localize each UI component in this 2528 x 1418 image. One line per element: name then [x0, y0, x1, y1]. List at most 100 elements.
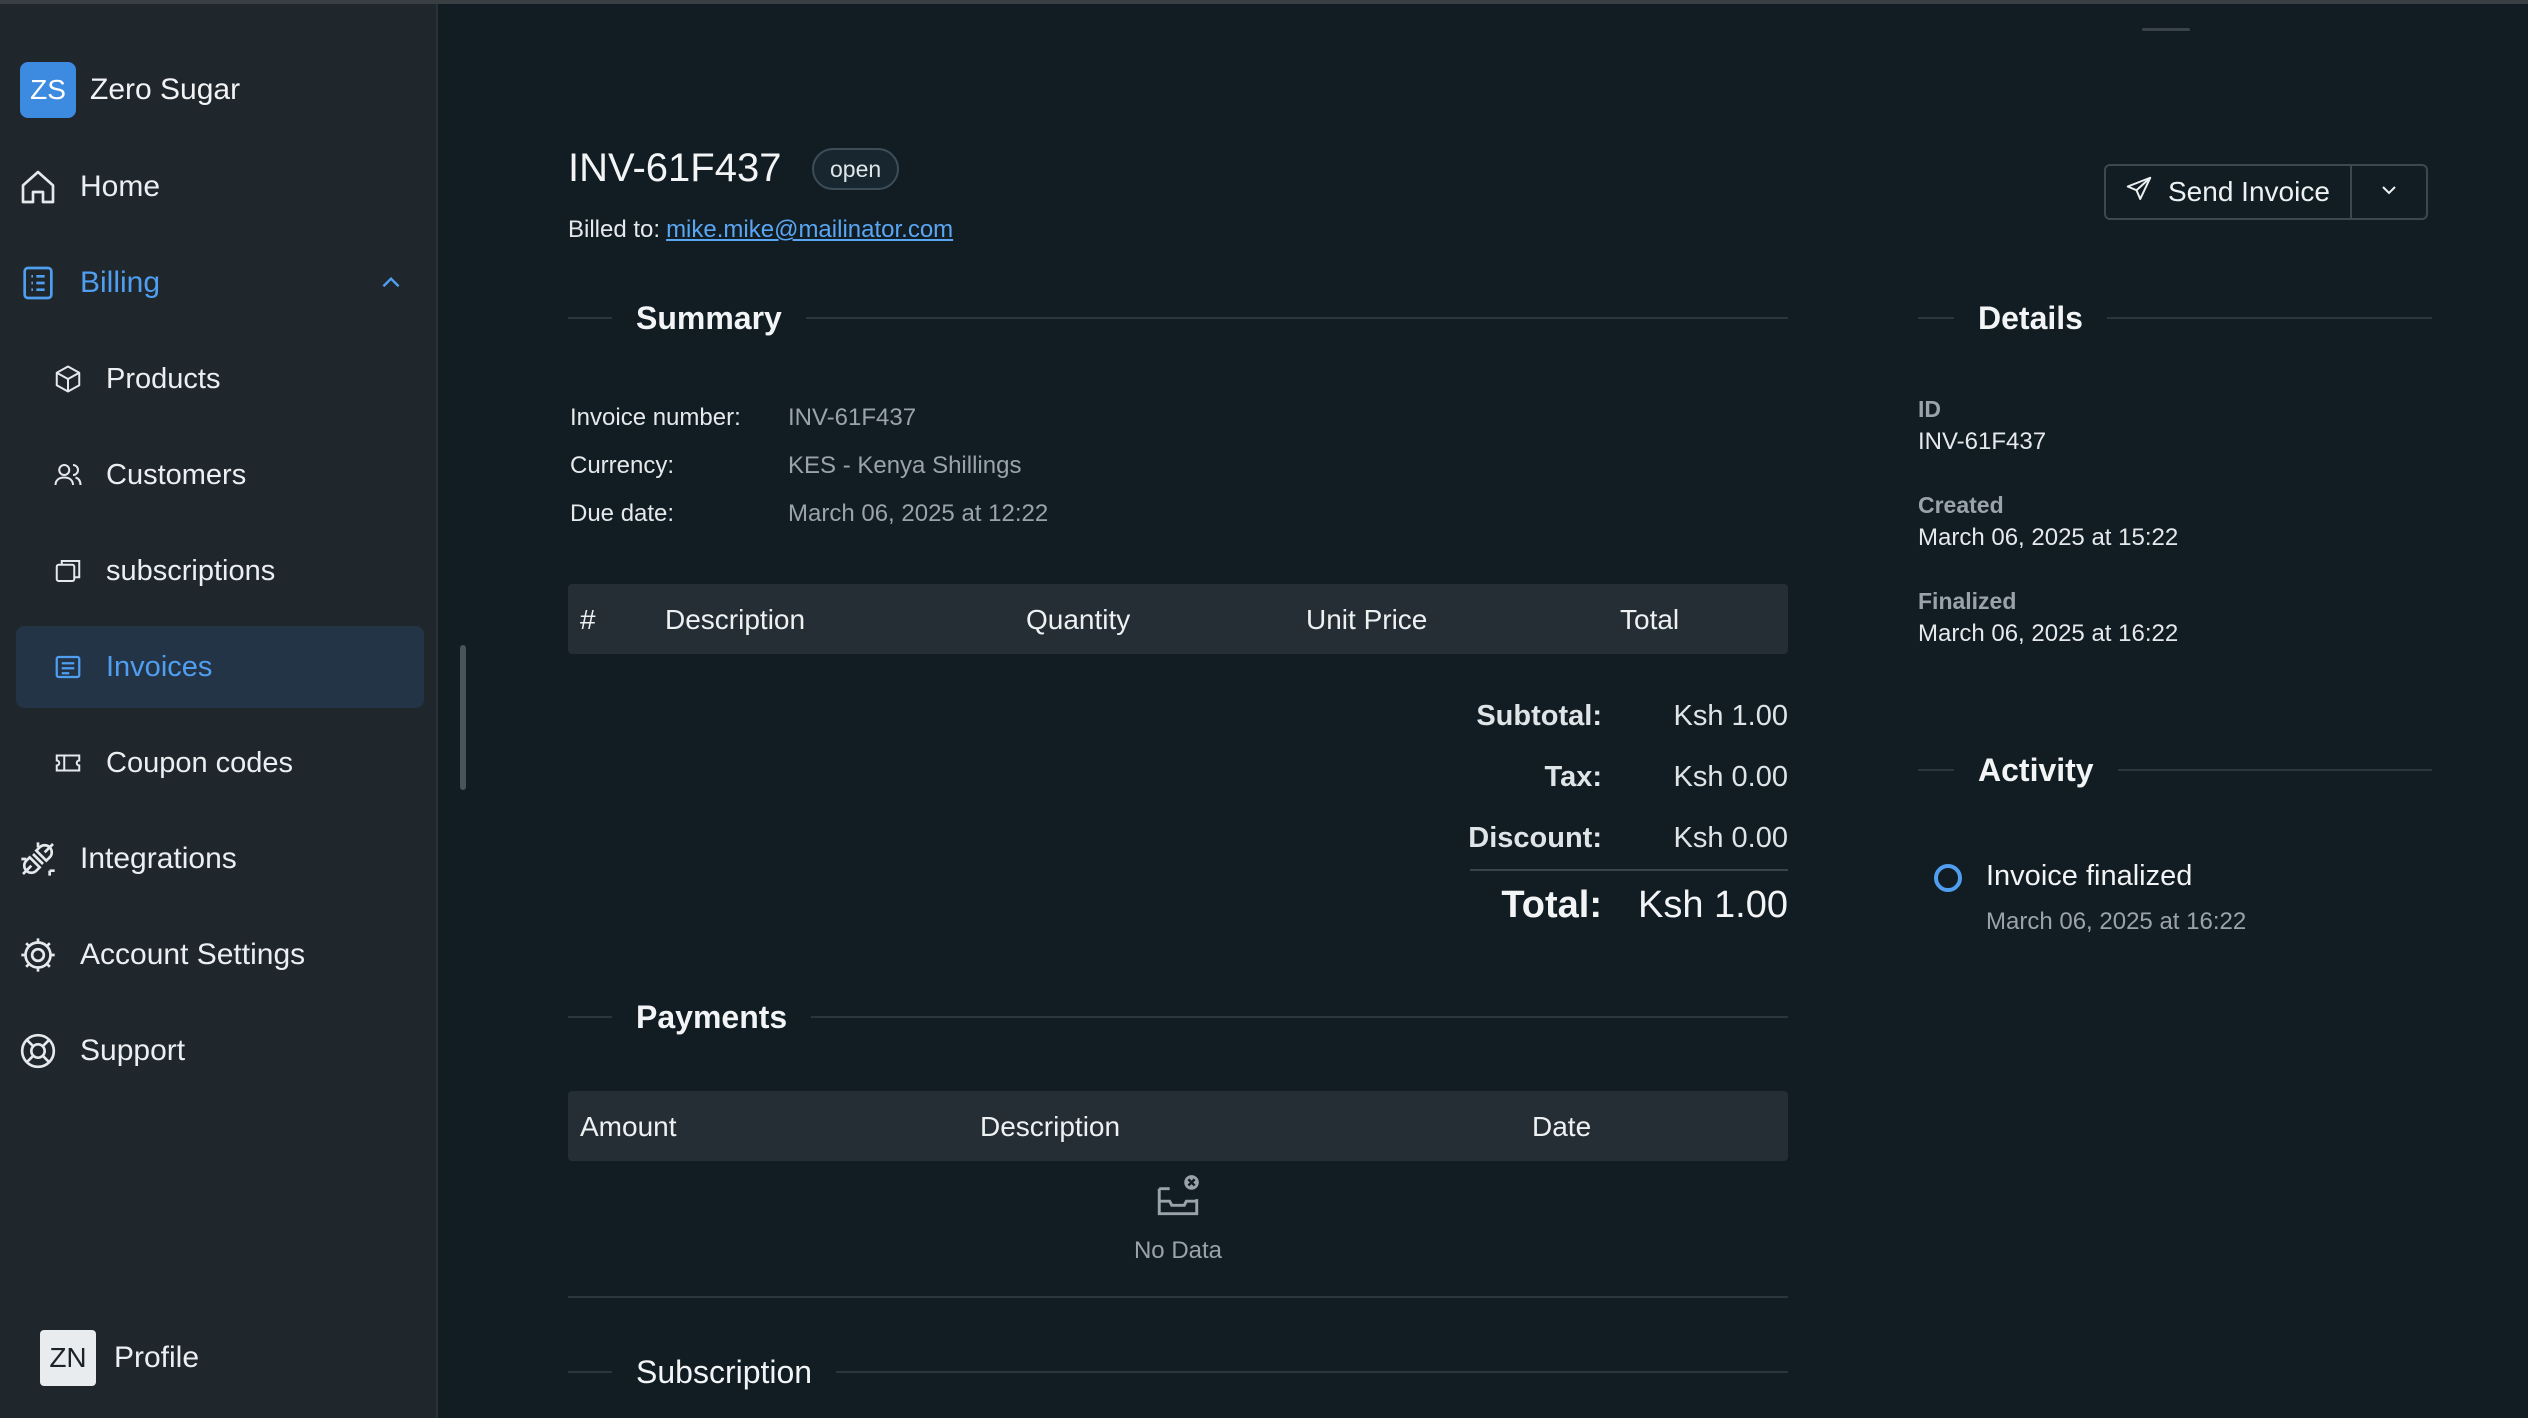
field-label: Currency: — [570, 452, 675, 479]
summary-heading: Summary — [636, 299, 782, 336]
field-value: INV-61F437 — [788, 404, 917, 431]
details-heading: Details — [1978, 299, 2083, 336]
sidebar-item-label: Integrations — [80, 842, 237, 875]
summary-section-header: Summary — [568, 298, 1788, 338]
currency-field: Currency: KES - Kenya Shillings — [570, 452, 1021, 480]
activity-section-header: Activity — [1918, 750, 2432, 790]
sidebar: ZS Zero Sugar Home Billing Products Cust… — [0, 4, 438, 1418]
detail-value: March 06, 2025 at 16:22 — [1918, 620, 2179, 647]
activity-event-time: March 06, 2025 at 16:22 — [1986, 908, 2247, 935]
field-label: Invoice number: — [570, 404, 741, 431]
page-title: INV-61F437 — [568, 146, 782, 190]
drag-handle — [2142, 28, 2190, 31]
send-invoice-label: Send Invoice — [2168, 176, 2330, 207]
sidebar-item-label: Support — [80, 1034, 186, 1067]
sidebar-item-coupon-codes[interactable]: Coupon codes — [16, 722, 424, 804]
copy-icon — [52, 555, 84, 587]
chevron-down-icon — [2377, 178, 2401, 207]
invoice-icon — [52, 651, 84, 683]
column-header: Description — [665, 604, 806, 635]
detail-value: INV-61F437 — [1918, 428, 2047, 455]
field-value: March 06, 2025 at 12:22 — [788, 500, 1049, 527]
sidebar-item-support[interactable]: Support — [16, 1010, 424, 1092]
detail-value: March 06, 2025 at 15:22 — [1918, 524, 2179, 551]
profile-label: Profile — [114, 1341, 200, 1374]
due-date-field: Due date: March 06, 2025 at 12:22 — [570, 500, 1048, 528]
profile-menu[interactable]: ZN Profile — [40, 1330, 199, 1386]
column-header: Amount — [580, 1111, 677, 1142]
detail-label: ID — [1918, 396, 1941, 422]
subtotal-value: Ksh 1.00 — [1673, 700, 1788, 732]
tax-value: Ksh 0.00 — [1673, 761, 1788, 793]
sidebar-item-home[interactable]: Home — [16, 146, 424, 228]
invoice-number-field: Invoice number: INV-61F437 — [570, 404, 916, 432]
box-icon — [52, 363, 84, 395]
details-section-header: Details — [1918, 298, 2432, 338]
payments-heading: Payments — [636, 998, 788, 1035]
ticket-icon — [52, 747, 84, 779]
tax-label: Tax: — [1544, 761, 1602, 793]
column-header: Total — [1620, 604, 1680, 635]
org-switcher[interactable]: ZS Zero Sugar — [20, 62, 240, 118]
activity-event-title: Invoice finalized — [1986, 860, 2193, 892]
subtotal-label: Subtotal: — [1476, 700, 1602, 732]
sidebar-item-account-settings[interactable]: Account Settings — [16, 914, 424, 996]
column-header: # — [580, 604, 596, 635]
users-icon — [52, 459, 84, 491]
subscription-section-header: Subscription — [568, 1352, 1788, 1392]
sidebar-item-invoices[interactable]: Invoices — [16, 626, 424, 708]
sidebar-item-label: Products — [106, 362, 221, 395]
sidebar-item-products[interactable]: Products — [16, 338, 424, 420]
totals-divider — [1470, 869, 1788, 871]
subscription-heading: Subscription — [636, 1353, 813, 1390]
payments-section-header: Payments — [568, 997, 1788, 1037]
total-value: Ksh 1.00 — [1638, 884, 1788, 926]
sidebar-item-label: Coupon codes — [106, 746, 294, 779]
field-label: Due date: — [570, 500, 675, 527]
send-options-dropdown[interactable] — [2352, 166, 2426, 218]
chevron-up-icon[interactable] — [378, 270, 404, 301]
sidebar-item-integrations[interactable]: Integrations — [16, 818, 424, 900]
send-icon — [2124, 174, 2154, 211]
empty-state-label: No Data — [1133, 1237, 1223, 1264]
discount-value: Ksh 0.00 — [1673, 822, 1788, 854]
receipt-icon — [16, 261, 60, 305]
send-invoice-button-group: Send Invoice — [2104, 164, 2428, 220]
column-header: Unit Price — [1306, 604, 1428, 635]
org-avatar: ZS — [20, 62, 76, 118]
sidebar-item-billing[interactable]: Billing — [16, 242, 424, 324]
avatar: ZN — [40, 1330, 96, 1386]
sidebar-item-label: Account Settings — [80, 938, 306, 971]
line-items-table-header: # Description Quantity Unit Price Total — [568, 584, 1788, 654]
activity-heading: Activity — [1978, 751, 2094, 788]
detail-label: Created — [1918, 492, 2004, 518]
send-invoice-button[interactable]: Send Invoice — [2106, 166, 2352, 218]
gear-icon — [16, 933, 60, 977]
sidebar-item-label: Home — [80, 170, 161, 203]
payments-divider — [568, 1296, 1788, 1298]
detail-label: Finalized — [1918, 588, 2017, 614]
lifebuoy-icon — [16, 1029, 60, 1073]
empty-inbox-icon — [1153, 1175, 1203, 1226]
sidebar-item-label: Customers — [106, 458, 247, 491]
discount-label: Discount: — [1468, 822, 1602, 854]
field-value: KES - Kenya Shillings — [788, 452, 1022, 479]
plug-icon — [16, 837, 60, 881]
timeline-dot-icon — [1934, 864, 1962, 892]
home-icon — [16, 165, 60, 209]
column-header: Quantity — [1026, 604, 1131, 635]
column-header: Date — [1532, 1111, 1592, 1142]
sidebar-item-subscriptions[interactable]: subscriptions — [16, 530, 424, 612]
customer-email-link[interactable]: mike.mike@mailinator.com — [666, 216, 953, 243]
status-badge: open — [812, 148, 900, 190]
sidebar-item-label: Billing — [80, 266, 161, 299]
total-label: Total: — [1501, 884, 1602, 926]
billed-to-label: Billed to: — [568, 216, 661, 243]
sidebar-scrollbar[interactable] — [460, 645, 466, 790]
column-header: Description — [980, 1111, 1121, 1142]
sidebar-item-label: subscriptions — [106, 554, 276, 587]
sidebar-item-customers[interactable]: Customers — [16, 434, 424, 516]
payments-table-header: Amount Description Date — [568, 1091, 1788, 1161]
billed-to: Billed to: mike.mike@mailinator.com — [568, 216, 953, 244]
empty-state: No Data — [1098, 1172, 1258, 1265]
